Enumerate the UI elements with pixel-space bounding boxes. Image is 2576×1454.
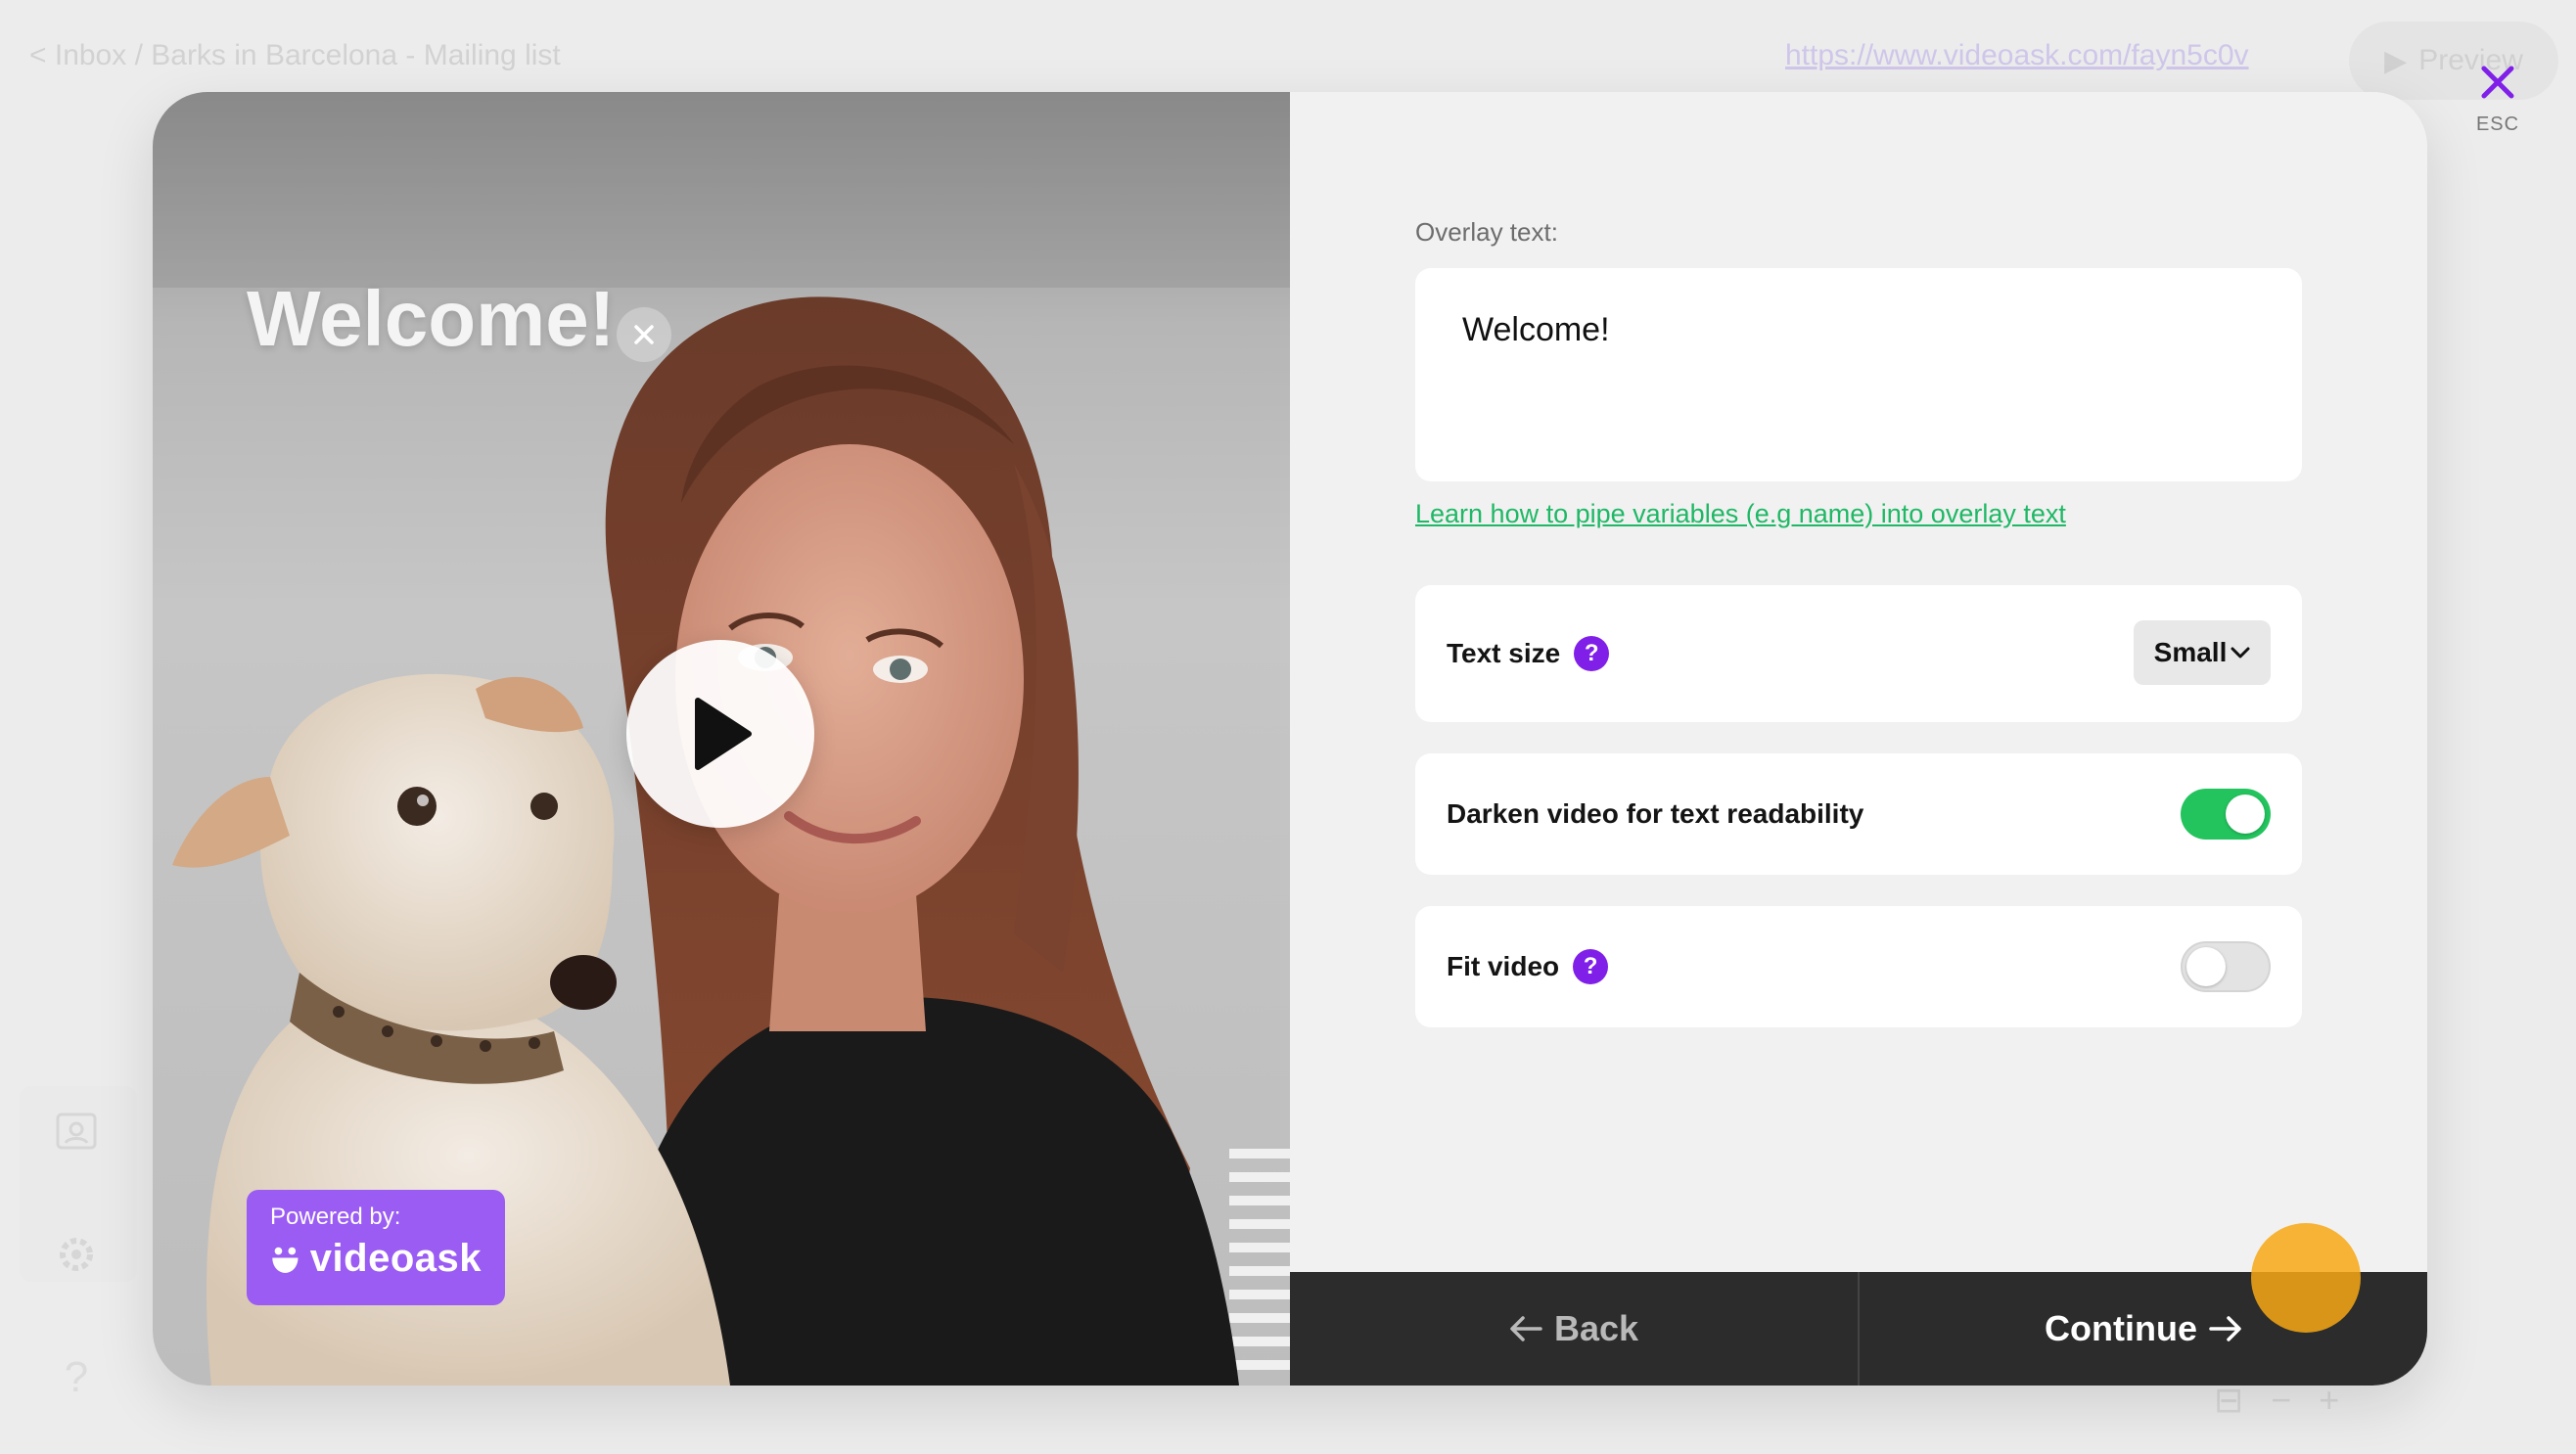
toggle-knob	[2226, 795, 2265, 834]
close-icon	[634, 325, 654, 344]
powered-by-badge[interactable]: Powered by: videoask	[247, 1190, 505, 1305]
question-icon[interactable]: ?	[1573, 949, 1609, 984]
pipe-variables-link[interactable]: Learn how to pipe variables (e.g name) i…	[1415, 499, 2066, 529]
screen: < Inbox / Barks in Barcelona - Mailing l…	[0, 0, 2576, 1454]
fit-video-label: Fit video	[1447, 951, 1560, 981]
brand-name: videoask	[309, 1237, 482, 1280]
back-label: Back	[1553, 1308, 1639, 1348]
arrow-left-icon	[1510, 1316, 1542, 1341]
powered-by-label: Powered by:	[270, 1204, 401, 1230]
overlay-text-input[interactable]: Welcome!	[1415, 268, 2302, 481]
close-icon	[2481, 66, 2514, 99]
text-size-label: Text size	[1447, 638, 1561, 668]
text-size-value: Small	[2153, 637, 2228, 667]
play-icon	[695, 698, 752, 770]
gear-icon	[49, 1227, 104, 1282]
background-zoom-controls: ⊟−+	[2214, 1380, 2368, 1420]
brand-logo: videoask	[270, 1237, 482, 1281]
play-icon: ▶	[2384, 44, 2408, 77]
fit-video-toggle[interactable]	[2181, 941, 2271, 992]
play-button[interactable]	[626, 640, 814, 828]
back-button[interactable]: Back	[1290, 1272, 1860, 1386]
question-icon[interactable]: ?	[1574, 636, 1610, 671]
settings-panel: Overlay text: Welcome! Learn how to pipe…	[1290, 92, 2427, 1386]
darken-video-label: Darken video for text readability	[1447, 798, 1864, 829]
modal-footer: Back Continue	[1290, 1272, 2427, 1386]
clear-overlay-button[interactable]	[617, 307, 671, 362]
overlay-text-preview: Welcome!	[247, 275, 616, 362]
fit-video-setting: Fit video ?	[1415, 906, 2302, 1027]
toggle-knob	[2186, 947, 2226, 986]
background-preview-button: ▶ Preview	[2349, 22, 2558, 100]
overlay-settings-modal: Welcome! Powered by: videoask Overlay te…	[153, 92, 2427, 1386]
background-share-url: https://www.videoask.com/fayn5c0v	[1785, 39, 2249, 71]
darken-video-toggle[interactable]	[2181, 789, 2271, 840]
continue-button[interactable]: Continue	[1860, 1272, 2427, 1386]
esc-hint: ESC	[2475, 114, 2520, 135]
background-breadcrumb: < Inbox / Barks in Barcelona - Mailing l…	[29, 39, 561, 71]
help-icon: ?	[64, 1353, 89, 1401]
arrow-right-icon	[2209, 1316, 2241, 1341]
overlay-text-label: Overlay text:	[1415, 217, 1558, 247]
chevron-down-icon	[2231, 647, 2250, 659]
close-button[interactable]	[2476, 61, 2519, 104]
contact-card-icon	[49, 1104, 104, 1159]
text-size-dropdown[interactable]: Small	[2134, 620, 2271, 685]
darken-video-setting: Darken video for text readability	[1415, 753, 2302, 875]
smiley-logo-icon	[272, 1247, 299, 1273]
video-preview: Welcome! Powered by: videoask	[153, 92, 1290, 1386]
text-size-setting: Text size ? Small	[1415, 585, 2302, 722]
continue-label: Continue	[2045, 1308, 2197, 1348]
